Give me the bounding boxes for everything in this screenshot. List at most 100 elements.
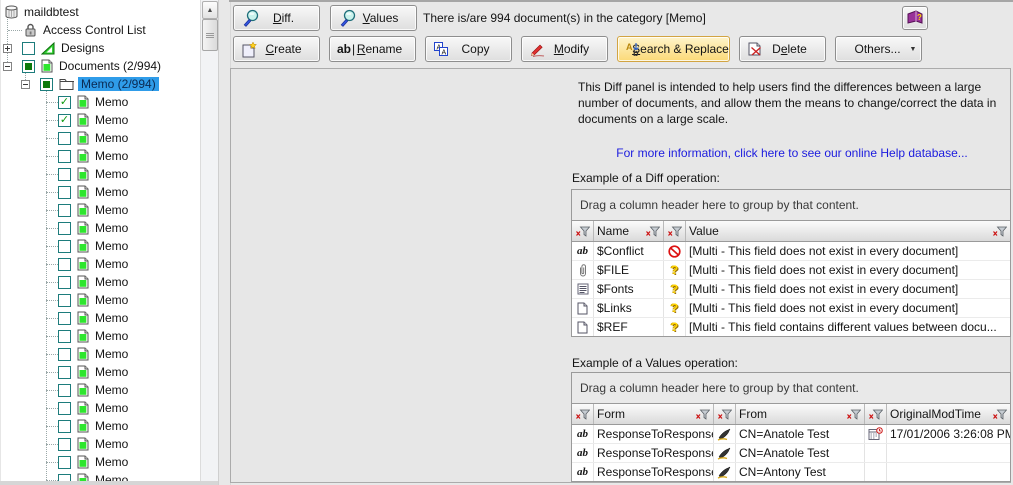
diff-table-row[interactable]: $REF?[Multi - This field contains differ… (572, 318, 1010, 336)
column-header-name[interactable]: Name (594, 221, 664, 241)
tree-item-memo[interactable]: Memo (1, 399, 201, 417)
column-header-from[interactable]: From (736, 404, 865, 424)
modify-button[interactable]: Modify (521, 36, 608, 62)
tree-item-memo[interactable]: Memo (1, 273, 201, 291)
header-filter-cell[interactable] (572, 404, 594, 424)
tree-item-memo[interactable]: Memo (1, 183, 201, 201)
diff-table-row[interactable]: $Fonts?[Multi - This field does not exis… (572, 280, 1010, 299)
filter-icon[interactable] (645, 226, 660, 237)
tree-item-memo[interactable]: Memo (1, 237, 201, 255)
tree-item-memo[interactable]: Memo (1, 363, 201, 381)
header-filter-cell[interactable] (664, 221, 686, 241)
tree-item-designs[interactable]: Designs (1, 39, 201, 57)
tree-item-memo[interactable]: Memo (1, 291, 201, 309)
memo-checkbox[interactable] (58, 132, 71, 145)
expand-plus-icon[interactable] (3, 44, 12, 53)
tree-item-database[interactable]: maildbtest (1, 3, 201, 21)
collapse-minus-icon[interactable] (3, 62, 12, 71)
copy-button[interactable]: AACopy (425, 36, 512, 62)
filter-icon[interactable] (846, 409, 861, 420)
memo-checkbox[interactable] (58, 366, 71, 379)
memo-checkbox[interactable] (58, 204, 71, 217)
header-filter-cell[interactable] (865, 404, 887, 424)
tree-item-memo[interactable]: Memo (1, 327, 201, 345)
others-button[interactable]: Others...▼ (835, 36, 922, 62)
tree-item-memo-folder[interactable]: Memo (2/994) (1, 75, 201, 93)
filter-icon[interactable] (717, 409, 732, 420)
header-filter-cell[interactable] (714, 404, 736, 424)
filter-icon[interactable] (868, 409, 883, 420)
help-button[interactable]: ? (902, 6, 928, 30)
create-button[interactable]: Create (233, 36, 320, 62)
tree-item-memo[interactable]: Memo (1, 381, 201, 399)
tree-item-memo[interactable]: Memo (1, 345, 201, 363)
header-filter-cell[interactable] (572, 221, 594, 241)
help-link[interactable]: For more information, click here to see … (571, 146, 1013, 160)
tree-item-documents[interactable]: Documents (2/994) (1, 57, 201, 75)
memo-checkbox[interactable] (58, 240, 71, 253)
memo-checkbox[interactable] (58, 330, 71, 343)
diff-button[interactable]: Diff. (233, 5, 320, 31)
tree-item-memo[interactable]: Memo (1, 93, 201, 111)
scroll-up-button[interactable]: ▲ (202, 1, 218, 19)
memo-checkbox[interactable] (58, 222, 71, 235)
values-button[interactable]: Values (330, 5, 417, 31)
memo-checkbox[interactable] (58, 348, 71, 361)
memo-checkbox[interactable] (58, 168, 71, 181)
tree-item-memo[interactable]: Memo (1, 453, 201, 471)
scrollbar-thumb[interactable] (202, 19, 218, 51)
tree-item-memo[interactable]: Memo (1, 165, 201, 183)
tree-item-memo[interactable]: Memo (1, 417, 201, 435)
tree-item-memo[interactable]: Memo (1, 255, 201, 273)
memo-checkbox[interactable] (58, 258, 71, 271)
tree-item-memo[interactable]: Memo (1, 129, 201, 147)
memo-checkbox[interactable] (58, 384, 71, 397)
memo-checkbox[interactable] (58, 474, 71, 482)
tree-item-memo[interactable]: Memo (1, 309, 201, 327)
filter-icon[interactable] (575, 409, 590, 420)
values-table-row[interactable]: abResponseToResponseCN=Antony Test (572, 463, 1010, 481)
values-table-row[interactable]: abResponseToResponseCN=Anatole Test17/01… (572, 425, 1010, 444)
horizontal-scrollbar-track[interactable] (0, 481, 218, 485)
column-header-time[interactable]: OriginalModTime (887, 404, 1010, 424)
memo-checkbox[interactable] (58, 438, 71, 451)
memo-checkbox[interactable] (58, 276, 71, 289)
tree-item-memo[interactable]: Memo (1, 435, 201, 453)
memo-checkbox[interactable] (58, 456, 71, 469)
search-replace-button[interactable]: AbSearch & Replace (617, 36, 730, 62)
tree-item-acl[interactable]: Access Control List (1, 21, 201, 39)
memo-checkbox[interactable] (58, 402, 71, 415)
tree-connector (46, 246, 58, 247)
diff-table-row[interactable]: ab$Conflict[Multi - This field does not … (572, 242, 1010, 261)
column-header-value[interactable]: Value (686, 221, 1010, 241)
filter-icon[interactable] (695, 409, 710, 420)
tree-item-memo[interactable]: Memo (1, 219, 201, 237)
memo-folder-checkbox[interactable] (40, 78, 53, 91)
tree-item-memo[interactable]: Memo (1, 201, 201, 219)
memo-checkbox[interactable] (58, 312, 71, 325)
designs-checkbox[interactable] (22, 42, 35, 55)
filter-icon[interactable] (667, 226, 682, 237)
filter-icon[interactable] (575, 226, 590, 237)
tree-scrollbar[interactable]: ▲ (200, 0, 218, 485)
column-header-form[interactable]: Form (594, 404, 714, 424)
tree-item-memo[interactable]: Memo (1, 147, 201, 165)
memo-checkbox[interactable] (58, 420, 71, 433)
diff-table-row[interactable]: $Links?[Multi - This field does not exis… (572, 299, 1010, 318)
memo-checkbox[interactable] (58, 114, 71, 127)
collapse-minus-icon[interactable] (21, 80, 30, 89)
memo-checkbox[interactable] (58, 96, 71, 109)
memo-checkbox[interactable] (58, 186, 71, 199)
memo-checkbox[interactable] (58, 294, 71, 307)
field-type-cell: ab (572, 425, 594, 443)
rename-button[interactable]: ab|Rename (329, 36, 416, 62)
diff-table-row[interactable]: $FILE?[Multi - This field does not exist… (572, 261, 1010, 280)
memo-checkbox[interactable] (58, 150, 71, 163)
tree-item-memo[interactable]: Memo (1, 471, 201, 481)
filter-icon[interactable] (992, 226, 1007, 237)
delete-button[interactable]: Delete (739, 36, 826, 62)
documents-checkbox[interactable] (22, 60, 35, 73)
filter-icon[interactable] (992, 409, 1007, 420)
tree-item-memo[interactable]: Memo (1, 111, 201, 129)
values-table-row[interactable]: abResponseToResponseCN=Anatole Test (572, 444, 1010, 463)
